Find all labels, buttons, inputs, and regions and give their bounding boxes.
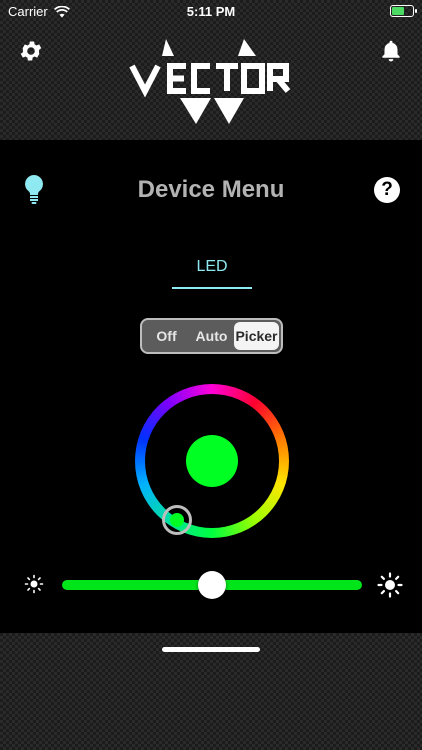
bell-icon[interactable] (378, 38, 404, 64)
mode-off-button[interactable]: Off (144, 322, 189, 350)
color-wheel-handle[interactable] (162, 505, 192, 535)
tab-led-underline (172, 287, 252, 289)
status-time: 5:11 PM (186, 4, 236, 19)
brightness-high-icon (377, 572, 403, 598)
home-indicator[interactable] (162, 647, 260, 652)
page-title: Device Menu (137, 176, 285, 203)
brightness-slider-thumb[interactable] (198, 571, 226, 599)
battery-level-fill (392, 7, 404, 15)
mode-auto-button[interactable]: Auto (189, 322, 234, 350)
vector-logo (129, 39, 291, 124)
mode-segmented-control: Off Auto Picker (140, 318, 283, 354)
help-button[interactable]: ? (374, 177, 400, 203)
battery-icon (390, 5, 417, 17)
brightness-low-icon (24, 574, 44, 594)
tab-led[interactable]: LED (172, 258, 252, 276)
color-wheel-handle-fill (170, 513, 184, 527)
gear-icon[interactable] (18, 38, 44, 64)
header: Carrier 5:11 PM (0, 0, 422, 140)
footer (0, 633, 422, 750)
status-bar: Carrier 5:11 PM (0, 0, 422, 22)
selected-color-swatch (186, 435, 238, 487)
mode-picker-button[interactable]: Picker (234, 322, 279, 350)
device-panel: Device Menu ? LED Off Auto Picker (0, 140, 422, 633)
